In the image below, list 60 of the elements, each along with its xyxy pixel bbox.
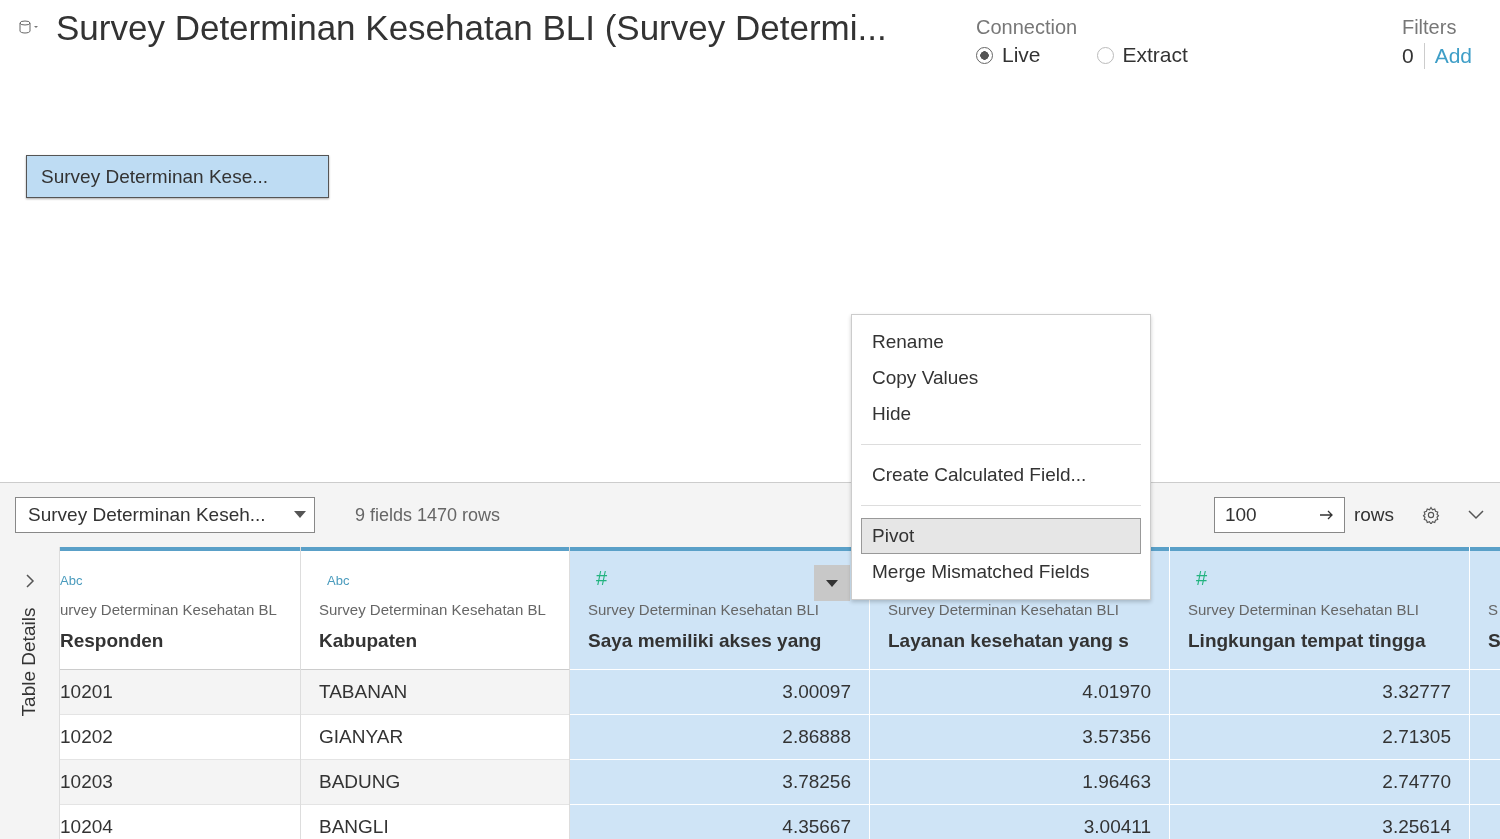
chevron-down-icon[interactable]	[1468, 510, 1484, 520]
chevron-right-icon[interactable]	[24, 573, 35, 589]
column-name: Lingkungan tempat tingga	[1188, 630, 1427, 652]
menu-item[interactable]: Create Calculated Field...	[861, 457, 1141, 493]
field-type-label: #	[596, 567, 608, 590]
rows-label: rows	[1353, 504, 1394, 526]
column-menu-button[interactable]	[814, 565, 850, 601]
field-type-label: #	[1196, 567, 1208, 590]
arrow-right-icon	[1319, 510, 1334, 520]
table-cell: 10204	[60, 816, 113, 838]
menu-item[interactable]: Rename	[861, 324, 1141, 360]
column-source: S	[1488, 601, 1499, 618]
table-details-tab[interactable]: Table Details	[18, 607, 41, 717]
table-cell: TABANAN	[319, 681, 408, 703]
column-name: Saya memiliki akses yang	[588, 630, 823, 652]
table-cell: 3.00097	[782, 681, 851, 703]
canvas-table[interactable]: Survey Determinan Kese...	[26, 155, 329, 198]
column-source: Survey Determinan Kesehatan BLI	[888, 601, 1120, 618]
settings-icon[interactable]	[1422, 506, 1440, 524]
column-source: Survey Determinan Kesehatan BLI	[588, 601, 820, 618]
rows-field[interactable]: 100	[1213, 497, 1345, 533]
column-name: Kabupaten	[319, 630, 419, 652]
field-type-label: Abc	[60, 573, 83, 588]
connection-radio[interactable]: Extract	[1096, 43, 1188, 67]
column-source: Survey Determinan Kesehatan BL	[319, 601, 547, 618]
table-cell: 10202	[60, 726, 113, 748]
table-cell: 3.25614	[1382, 816, 1451, 838]
database-icon[interactable]	[18, 20, 40, 34]
table-cell: 2.71305	[1382, 726, 1451, 748]
data-source-title[interactable]: Survey Determinan Kesehatan BLI (Survey Determi...	[56, 8, 956, 48]
filter-count: 0	[1401, 44, 1414, 68]
filters-label: Filters	[1401, 16, 1458, 39]
table-cell: 4.01970	[1082, 681, 1151, 703]
table-cell: 2.86888	[782, 726, 851, 748]
table-cell: GIANYAR	[319, 726, 404, 748]
dropdown-arrow-icon	[294, 511, 306, 519]
column-source: urvey Determinan Kesehatan BL	[60, 601, 278, 618]
table-cell: 3.57356	[1082, 726, 1151, 748]
table-cell: 3.78256	[782, 771, 851, 793]
connection-radio[interactable]: Live	[976, 43, 1041, 67]
table-select[interactable]: Survey Determinan Keseh...	[15, 497, 315, 533]
menu-item[interactable]: Hide	[861, 396, 1141, 432]
column-name: Layanan kesehatan yang s	[888, 630, 1130, 652]
menu-item[interactable]: Copy Values	[861, 360, 1141, 396]
table-cell: BADUNG	[319, 771, 401, 793]
table-cell: 4.35667	[782, 816, 851, 838]
connection-label: Connection	[976, 16, 1079, 39]
table-cell: 2.74770	[1382, 771, 1451, 793]
table-cell: 1.96463	[1082, 771, 1151, 793]
table-cell: BANGLI	[319, 816, 389, 838]
menu-item[interactable]: Pivot	[861, 518, 1141, 554]
table-cell: 10201	[60, 681, 113, 703]
table-cell: 3.32777	[1382, 681, 1451, 703]
column-source: Survey Determinan Kesehatan BLI	[1188, 601, 1420, 618]
table-cell: 10203	[60, 771, 113, 793]
table-cell: 3.00411	[1083, 816, 1151, 838]
column-name: S	[1488, 630, 1500, 652]
column-name: Responden	[60, 630, 165, 652]
table-summary: 9 fields 1470 rows	[355, 504, 501, 526]
field-type-label: Abc	[327, 573, 350, 588]
